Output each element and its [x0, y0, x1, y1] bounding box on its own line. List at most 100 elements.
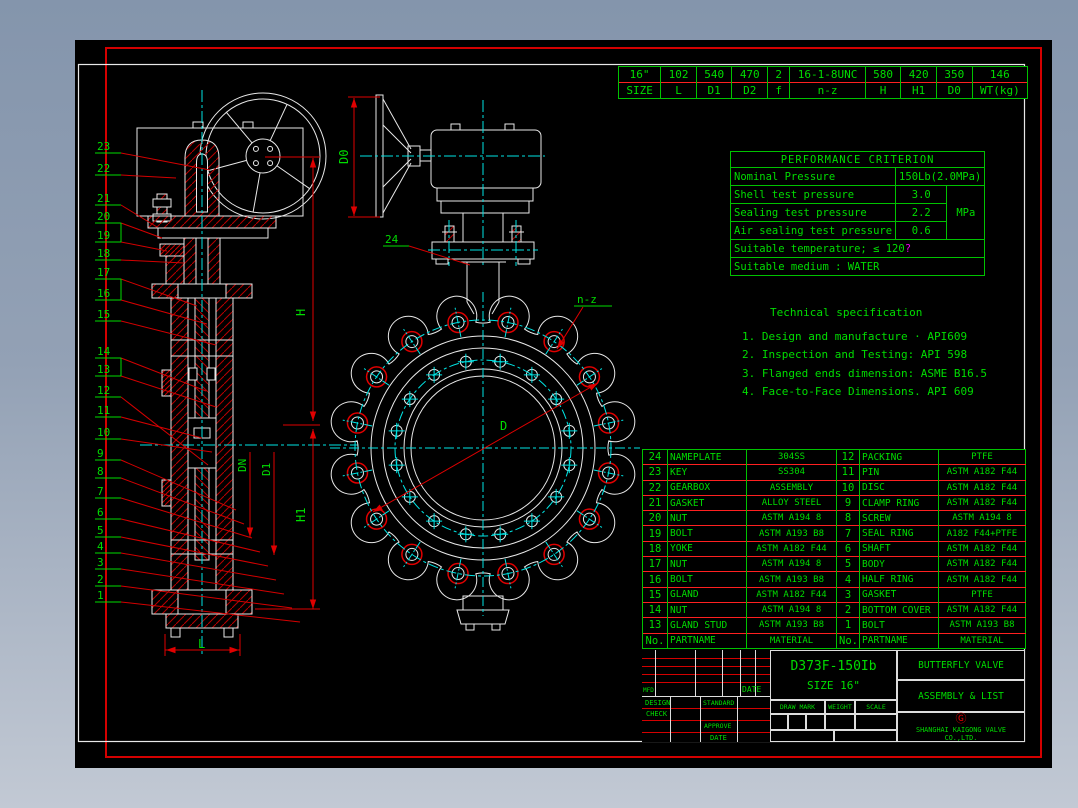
- parts-row: 4 HALF RING ASTM A182 F44: [836, 571, 1026, 588]
- dim-label-l: L: [198, 637, 205, 651]
- handwheel-spoke: [252, 172, 261, 213]
- top-view: [375, 94, 542, 265]
- parts-row: 7 SEAL RING A182 F44+PTFE: [836, 525, 1026, 542]
- nominal-pressure-value: 150Lb(2.0MPa): [895, 167, 986, 186]
- dimension-column: 420 H1: [900, 67, 936, 98]
- tech-spec-title: Technical specification: [770, 306, 923, 319]
- size-dimension-table: 16" SIZE 102 L 540 D1 470 D2 2 f 16-1-8U…: [618, 66, 1028, 99]
- dimension-arrowhead: [309, 429, 317, 439]
- parts-row: 23 KEY SS304: [642, 464, 837, 481]
- title-block: MFD DATE DESIGN STANDARD CHECK APPROVE D…: [642, 650, 1025, 742]
- weight-label: WEIGHT: [825, 700, 855, 714]
- balloon-label: 15: [97, 308, 110, 321]
- product-name: BUTTERFLY VALVE: [897, 650, 1025, 680]
- sheet-type: ASSEMBLY & LIST: [897, 680, 1025, 712]
- air-sealing-label: Air sealing test pressure: [729, 221, 897, 240]
- parts-row: 1 BOLT ASTM A193 B8: [836, 617, 1026, 634]
- standard-label: STANDARD: [703, 699, 735, 707]
- dimension-arrowhead: [350, 206, 358, 216]
- dimension-arrowhead: [309, 411, 317, 421]
- parts-row: 5 BODY ASTM A182 F44: [836, 556, 1026, 572]
- balloon-label: 18: [97, 247, 110, 260]
- balloon-label: 2: [97, 573, 104, 586]
- parts-row: 15 GLAND ASTM A182 F44: [642, 586, 837, 603]
- dimension-column: 540 D1: [695, 67, 732, 98]
- parts-row: 10 DISC ASTM A182 F44: [836, 479, 1026, 496]
- draw-mark-label: DRAW MARK: [770, 700, 825, 714]
- dim-label-h: H: [294, 309, 308, 316]
- company-box: Ⓖ SHANGHAI KAIGONG VALVE CO.,LTD.: [897, 712, 1025, 742]
- balloon-label: 5: [97, 524, 104, 537]
- tech-spec-item: 3. Flanged ends dimension: ASME B16.5: [742, 366, 988, 380]
- performance-title: PERFORMANCE CRITERION: [729, 151, 986, 168]
- dim-label-dn: DN: [236, 459, 249, 472]
- leader-line: [120, 174, 177, 179]
- parts-row: No. PARTNAME MATERIAL: [642, 632, 837, 649]
- scale-label: SCALE: [855, 700, 897, 714]
- leader-line: [120, 518, 261, 553]
- dim-label-d0: D0: [337, 150, 351, 164]
- pressure-unit: MPa: [946, 185, 986, 240]
- balloon-label: 20: [97, 210, 110, 223]
- dimension-arrowhead: [309, 158, 317, 168]
- front-view-centerlines: [330, 292, 640, 616]
- company-name: SHANGHAI KAIGONG VALVE CO.,LTD.: [915, 725, 1007, 742]
- balloon-label: 1: [97, 589, 104, 602]
- parts-row: 11 PIN ASTM A182 F44: [836, 464, 1026, 481]
- dimension-column: 350 D0: [935, 67, 972, 98]
- parts-row: 6 SHAFT ASTM A182 F44: [836, 540, 1026, 557]
- balloon-label: 14: [97, 345, 111, 358]
- date-bottom-label: DATE: [710, 734, 727, 742]
- parts-row: 22 GEARBOX ASSEMBLY: [642, 479, 837, 496]
- dim-label-nz: n-z: [577, 293, 597, 306]
- hub-bolt-hole: [267, 160, 274, 167]
- dimension-column: 470 D2: [731, 67, 768, 98]
- parts-list-right: 12 PACKING PTFE 11 PIN ASTM A182 F44 10 …: [836, 449, 1026, 649]
- balloon-label: 13: [97, 363, 110, 376]
- balloon-label: 24: [385, 233, 399, 246]
- temperature-degree-mark: ?: [904, 242, 912, 255]
- parts-row: 20 NUT ASTM A194 8: [642, 510, 837, 526]
- parts-row: 12 PACKING PTFE: [836, 449, 1026, 465]
- parts-row: 2 BOTTOM COVER ASTM A182 F44: [836, 601, 1026, 618]
- dim-label-h1: H1: [294, 508, 308, 522]
- dim-label-d: D: [500, 419, 507, 433]
- parts-row: 3 GASKET PTFE: [836, 586, 1026, 603]
- balloon-label: 8: [97, 465, 104, 478]
- tech-spec-item: 2. Inspection and Testing: API 598: [742, 348, 968, 361]
- dimension-arrowhead: [229, 646, 239, 654]
- dimension-arrowhead: [309, 599, 317, 609]
- dimension-column: 146 WT(kg): [971, 67, 1028, 98]
- parts-row: 21 GASKET ALLOY STEEL: [642, 494, 837, 511]
- leader-line: [408, 245, 471, 266]
- dimension-arrowhead: [246, 527, 254, 537]
- dim-label-d1: D1: [260, 463, 273, 476]
- dimension-arrowhead: [166, 646, 176, 654]
- balloon-label: 7: [97, 485, 104, 498]
- performance-criterion-table: PERFORMANCE CRITERION Nominal Pressure 1…: [729, 151, 986, 276]
- check-label: CHECK: [646, 710, 668, 718]
- dimension-column: 580 H: [864, 67, 901, 98]
- parts-row: 9 CLAMP RING ASTM A182 F44: [836, 494, 1026, 511]
- parts-row: 18 YOKE ASTM A182 F44: [642, 540, 837, 557]
- balloon-label: 3: [97, 556, 104, 569]
- balloon-callouts: 232221201918171615141312111098765432124: [95, 140, 471, 623]
- leader-line: [120, 299, 208, 325]
- handwheel-spoke: [269, 104, 288, 141]
- tech-spec-item: 1. Design and manufacture · API609: [742, 329, 968, 343]
- valve-size: SIZE 16": [807, 678, 860, 692]
- hub-bolt-hole: [252, 160, 259, 167]
- parts-row: 8 SCREW ASTM A194 8: [836, 510, 1026, 526]
- balloon-label: 10: [97, 426, 110, 439]
- model-number: D373F-150Ib: [790, 658, 877, 674]
- sealing-test-value: 2.2: [895, 203, 948, 222]
- parts-row: 16 BOLT ASTM A193 B8: [642, 571, 837, 588]
- suitable-medium-row: Suitable medium : WATER: [729, 257, 986, 276]
- balloon-label: 9: [97, 447, 104, 460]
- balloon-label: 16: [97, 287, 110, 300]
- tech-spec-list: 1. Design and manufacture · API609 2. Ins…: [742, 328, 1028, 402]
- parts-row: 24 NAMEPLATE 304SS: [642, 449, 837, 465]
- drawing-number-box: D373F-150Ib SIZE 16": [770, 650, 897, 700]
- balloon-label: 21: [97, 192, 110, 205]
- company-logo: Ⓖ: [955, 711, 967, 725]
